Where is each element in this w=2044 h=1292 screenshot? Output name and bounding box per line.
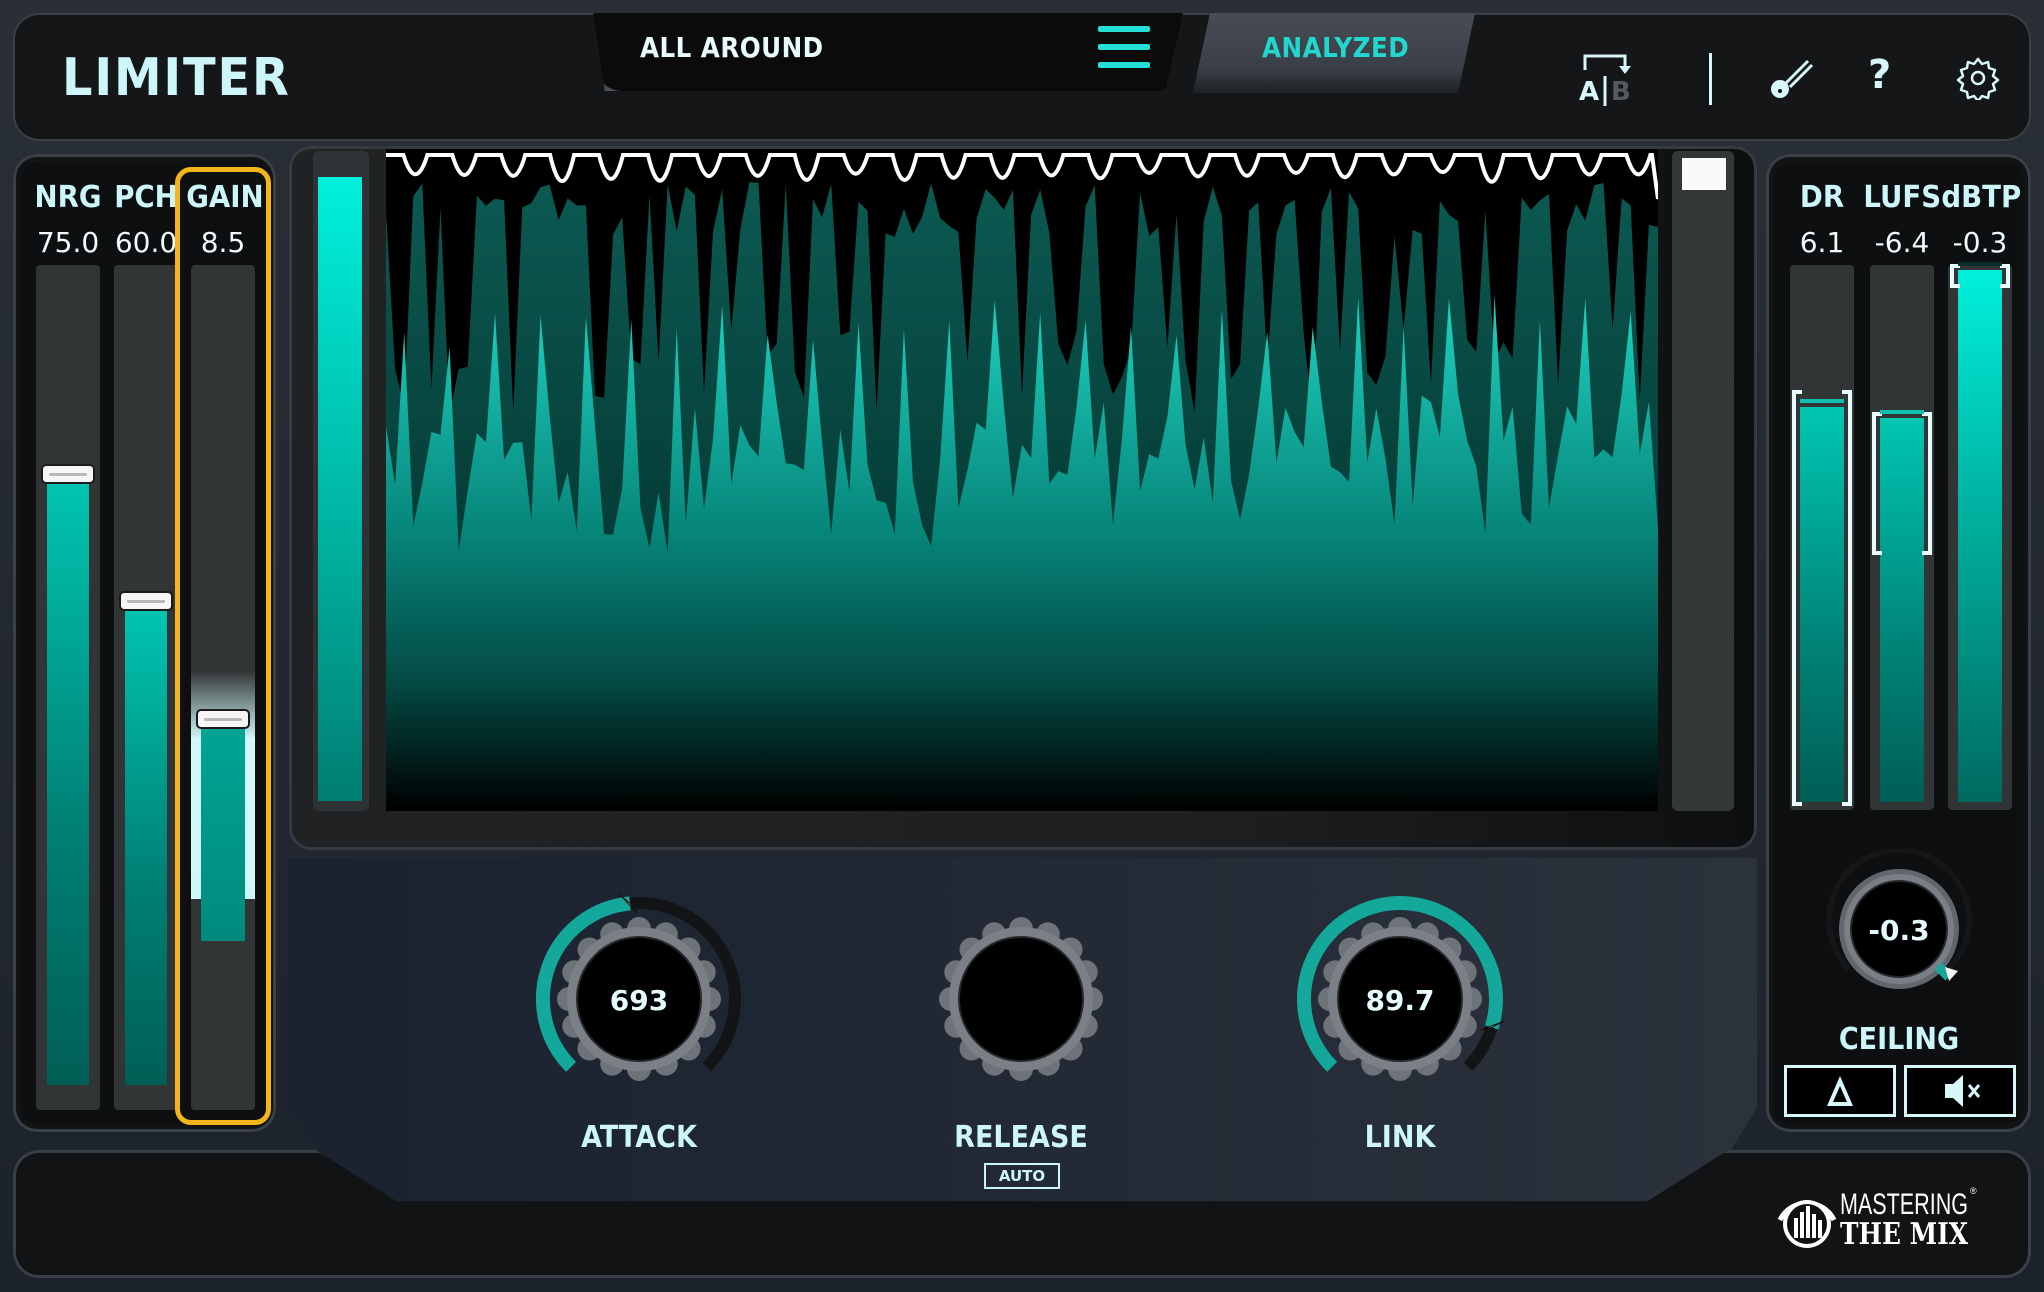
slider-label-pch: PCH (114, 180, 178, 215)
slider-handle-pch[interactable] (119, 591, 173, 611)
menu-icon[interactable] (1098, 26, 1150, 68)
meter-label-lufs: LUFS (1863, 180, 1942, 215)
bracket-corner (2000, 284, 2010, 289)
ceiling-value: -0.3 (1868, 914, 1929, 947)
header-divider (1709, 53, 1712, 105)
slider-value-gain: 8.5 (200, 226, 246, 259)
meter-value-dbtp: -0.3 (1952, 226, 2008, 259)
meter-peak-hold-dr (1800, 398, 1844, 403)
bracket-corner (1842, 389, 1852, 394)
slider-value-pch: 60.0 (114, 226, 178, 259)
slider-label-nrg: NRG (34, 180, 102, 215)
ab-a-label: A (1579, 77, 1599, 106)
bracket-corner (1872, 551, 1882, 556)
preset-name[interactable]: ALL AROUND (640, 31, 824, 64)
headphones-logo-icon (1777, 1200, 1837, 1248)
knob-release-body (939, 917, 1103, 1081)
knob-link-value: 89.7 (1365, 984, 1434, 1017)
ceiling-label: CEILING (1838, 1022, 1960, 1057)
help-icon[interactable]: ? (1868, 52, 1891, 98)
meter-peak-hold-dbtp (1958, 262, 2002, 267)
key-icon[interactable] (1768, 55, 1814, 101)
registered-mark: ® (1970, 1186, 1977, 1196)
slider-value-nrg: 75.0 (36, 226, 100, 259)
input-level-fill (318, 176, 362, 801)
slider-fill-nrg (47, 476, 89, 1085)
knob-release-label: RELEASE (954, 1120, 1088, 1155)
release-auto-button[interactable]: AUTO (984, 1163, 1060, 1189)
slider-handle-gain[interactable] (196, 709, 250, 730)
mute-button[interactable] (1904, 1065, 2016, 1117)
ab-b-label: B (1611, 77, 1631, 106)
bracket-corner (1922, 551, 1932, 556)
gear-icon[interactable] (1956, 56, 2000, 100)
meter-range-bracket-dr (1792, 389, 1852, 806)
knob-attack[interactable]: 693 (519, 879, 759, 1119)
knob-attack-value: 693 (610, 984, 668, 1017)
meter-range-bracket-lufs (1872, 411, 1932, 556)
bracket-corner (1792, 802, 1802, 806)
mastering-the-mix-logo: MASTERING ® THE MIX (1777, 1186, 1977, 1250)
slider-fill-gain (201, 721, 245, 941)
knob-release[interactable] (901, 879, 1141, 1119)
analyzed-label[interactable]: ANALYZED (1262, 31, 1409, 64)
meter-peak-hold-lufs (1880, 409, 1924, 414)
output-level-meter (1672, 151, 1734, 811)
slider-handle-nrg[interactable] (41, 464, 95, 485)
speaker-mute-icon (1945, 1075, 1981, 1107)
knob-link-label: LINK (1364, 1120, 1436, 1155)
bracket-corner (1792, 389, 1802, 394)
ab-compare-icon[interactable]: A B (1575, 50, 1635, 106)
gain-reduction-trace (386, 153, 1658, 200)
brand-bottom: THE MIX (1840, 1217, 1969, 1250)
delta-icon (1827, 1076, 1853, 1106)
meter-fill-dbtp (1958, 270, 2002, 802)
meter-label-dr: DR (1799, 180, 1845, 215)
bracket-corner (1842, 802, 1852, 806)
meter-label-dbtp: dBTP (1941, 180, 2022, 215)
bracket-corner (1950, 284, 1960, 289)
plugin-title: LIMITER (62, 48, 291, 108)
meter-value-lufs: -6.4 (1874, 226, 1930, 259)
slider-fill-pch (125, 603, 167, 1085)
ceiling-knob[interactable]: -0.3 (1819, 847, 1979, 1009)
slider-label-gain: GAIN (186, 180, 264, 215)
meter-value-dr: 6.1 (1799, 226, 1845, 259)
output-clip-indicator[interactable] (1682, 158, 1726, 190)
knob-link[interactable]: 89.7 (1280, 879, 1520, 1119)
delta-listen-button[interactable] (1784, 1065, 1896, 1117)
waveform-display (386, 149, 1658, 811)
knob-attack-label: ATTACK (581, 1120, 697, 1155)
